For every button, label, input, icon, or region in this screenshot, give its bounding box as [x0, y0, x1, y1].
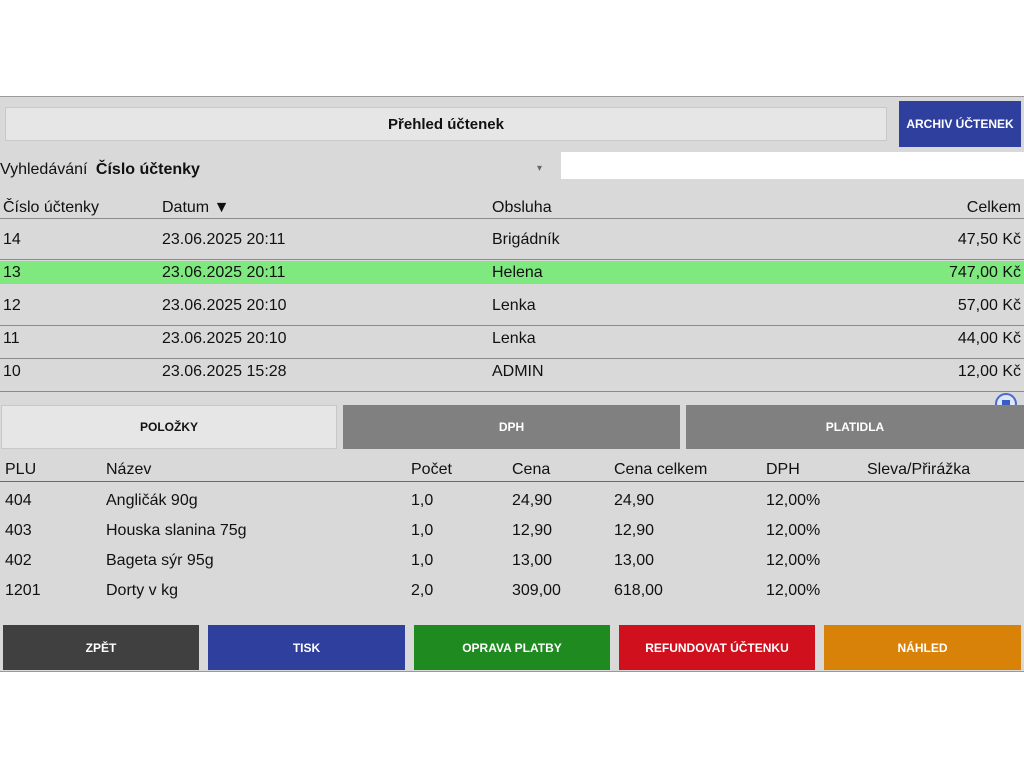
row-divider: [0, 259, 1024, 260]
archive-receipts-button[interactable]: ARCHIV ÚČTENEK: [899, 101, 1021, 147]
col-header-operator[interactable]: Obsluha: [492, 199, 552, 217]
receipt-row[interactable]: 10 23.06.2025 15:28 ADMIN 12,00 Kč: [0, 360, 1024, 392]
preview-button[interactable]: NÁHLED: [824, 625, 1021, 670]
receipt-date: 23.06.2025 20:11: [162, 231, 286, 248]
receipt-number: 13: [3, 264, 21, 281]
item-name: Bageta sýr 95g: [106, 552, 214, 569]
item-price: 13,00: [512, 552, 553, 569]
item-plu: 404: [5, 492, 32, 509]
col-header-date[interactable]: Datum ▼: [162, 199, 229, 217]
back-button[interactable]: ZPĚT: [3, 625, 199, 670]
tab-payment-methods[interactable]: PLATIDLA: [686, 405, 1024, 449]
item-total: 12,90: [614, 522, 655, 539]
caret-down-icon[interactable]: ▾: [537, 163, 542, 174]
receipt-row[interactable]: 11 23.06.2025 20:10 Lenka 44,00 Kč: [0, 327, 1024, 359]
col-header-price: Cena: [512, 461, 551, 478]
search-label[interactable]: Vyhledávání Číslo účtenky: [0, 161, 200, 179]
row-divider: [0, 391, 1024, 392]
item-vat: 12,00%: [766, 522, 821, 539]
item-total: 618,00: [614, 582, 663, 599]
item-quantity: 1,0: [411, 492, 434, 509]
page-title: Přehled účtenek: [5, 107, 887, 141]
col-header-total[interactable]: Celkem: [967, 199, 1021, 217]
receipt-operator: Lenka: [492, 330, 536, 347]
item-plu: 402: [5, 552, 32, 569]
receipt-date: 23.06.2025 20:10: [162, 330, 287, 347]
search-input[interactable]: [561, 152, 1024, 179]
item-vat: 12,00%: [766, 492, 821, 509]
item-total: 13,00: [614, 552, 655, 569]
row-divider: [0, 325, 1024, 326]
row-divider: [0, 358, 1024, 359]
search-label-text: Vyhledávání: [0, 161, 88, 178]
receipt-row[interactable]: 14 23.06.2025 20:11 Brigádník 47,50 Kč: [0, 228, 1024, 260]
receipt-number: 10: [3, 363, 21, 380]
item-name: Angličák 90g: [106, 492, 198, 509]
tab-vat[interactable]: DPH: [343, 405, 680, 449]
receipt-number: 11: [3, 330, 20, 347]
col-header-quantity: Počet: [411, 461, 452, 478]
receipt-total: 47,50 Kč: [957, 231, 1021, 248]
receipt-total: 57,00 Kč: [957, 297, 1021, 314]
receipt-date: 23.06.2025 20:11: [162, 264, 286, 281]
header-divider: [0, 218, 1024, 219]
item-plu: 403: [5, 522, 32, 539]
refund-receipt-button[interactable]: REFUNDOVAT ÚČTENKU: [619, 625, 815, 670]
item-total: 24,90: [614, 492, 655, 509]
receipt-operator: Brigádník: [492, 231, 560, 248]
print-button[interactable]: TISK: [208, 625, 405, 670]
item-quantity: 2,0: [411, 582, 434, 599]
receipt-operator: Lenka: [492, 297, 536, 314]
receipt-total: 12,00 Kč: [957, 363, 1021, 380]
receipt-total: 747,00 Kč: [948, 264, 1021, 281]
item-price: 309,00: [512, 582, 561, 599]
item-name: Dorty v kg: [106, 582, 179, 599]
receipt-operator: Helena: [492, 264, 543, 281]
item-price: 24,90: [512, 492, 553, 509]
receipt-date: 23.06.2025 15:28: [162, 363, 287, 380]
receipt-date: 23.06.2025 20:10: [162, 297, 287, 314]
receipt-number: 12: [3, 297, 21, 314]
col-header-plu: PLU: [5, 461, 37, 478]
item-vat: 12,00%: [766, 582, 821, 599]
search-field-select[interactable]: Číslo účtenky: [96, 161, 200, 178]
item-quantity: 1,0: [411, 522, 434, 539]
receipt-operator: ADMIN: [492, 363, 544, 380]
receipt-number: 14: [3, 231, 21, 248]
tab-items[interactable]: POLOŽKY: [1, 405, 337, 449]
receipt-row[interactable]: 12 23.06.2025 20:10 Lenka 57,00 Kč: [0, 294, 1024, 326]
col-header-total-price: Cena celkem: [614, 461, 708, 478]
item-vat: 12,00%: [766, 552, 821, 569]
col-header-discount: Sleva/Přirážka: [867, 461, 971, 478]
receipt-overview-window: Přehled účtenek ARCHIV ÚČTENEK Vyhledává…: [0, 96, 1024, 672]
col-header-vat: DPH: [766, 461, 800, 478]
item-name: Houska slanina 75g: [106, 522, 247, 539]
col-header-receipt-number[interactable]: Číslo účtenky: [3, 199, 99, 217]
items-header-divider: [0, 481, 1024, 482]
item-price: 12,90: [512, 522, 553, 539]
item-plu: 1201: [5, 582, 41, 599]
item-quantity: 1,0: [411, 552, 434, 569]
receipt-total: 44,00 Kč: [957, 330, 1021, 347]
col-header-name: Název: [106, 461, 152, 478]
fix-payment-button[interactable]: OPRAVA PLATBY: [414, 625, 610, 670]
receipt-row-selected[interactable]: 13 23.06.2025 20:11 Helena 747,00 Kč: [0, 261, 1024, 284]
